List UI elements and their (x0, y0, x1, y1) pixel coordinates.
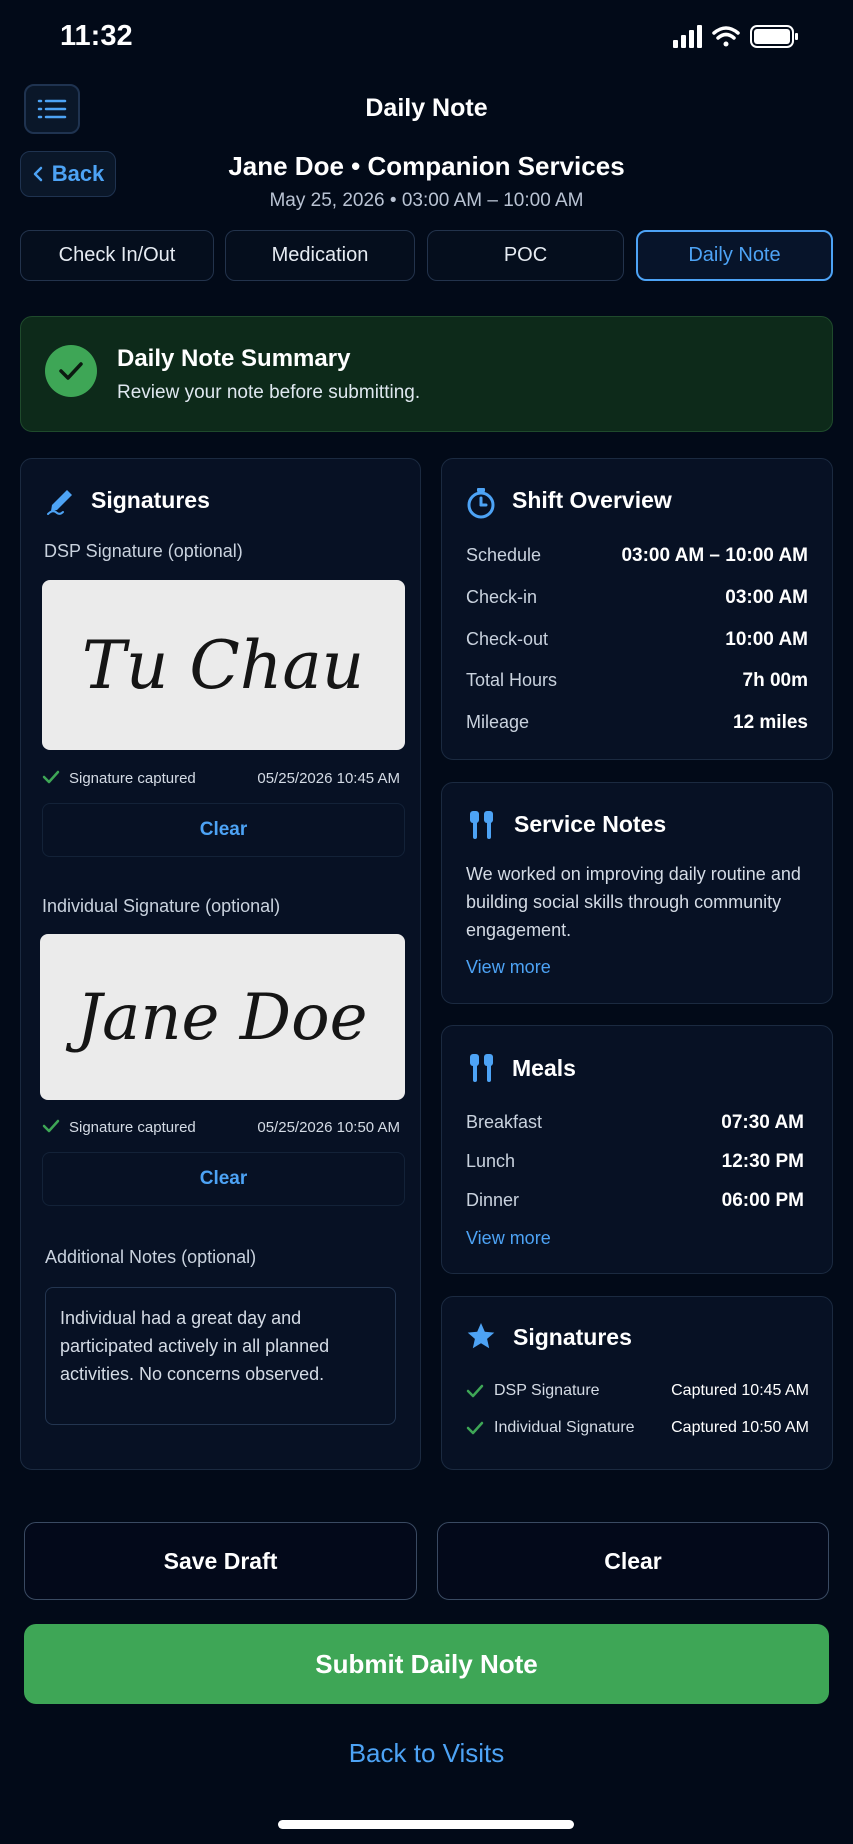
additional-notes-label: Additional Notes (optional) (45, 1247, 257, 1267)
check-icon (466, 1384, 484, 1398)
utensils-icon (470, 811, 493, 839)
save-draft-button[interactable]: Save Draft (24, 1522, 417, 1600)
shift-row-value: 10:00 AM (725, 629, 808, 650)
dsp-clear-button[interactable]: Clear (42, 803, 405, 857)
tab-check-in-out[interactable]: Check In/Out (20, 230, 214, 281)
client-title: Jane Doe • Companion Services (228, 151, 625, 181)
utensils-icon (470, 1054, 493, 1082)
tab-medication[interactable]: Medication (225, 230, 415, 281)
additional-notes-field[interactable]: Individual had a great day and participa… (45, 1287, 396, 1425)
meal-row-label: Dinner (466, 1190, 520, 1210)
clear-button[interactable]: Clear (437, 1522, 829, 1600)
star-icon (467, 1323, 495, 1349)
individual-signature-timestamp: 05/25/2026 10:50 AM (257, 1119, 400, 1136)
meals-view-more[interactable]: View more (466, 1228, 551, 1249)
service-notes-text: We worked on improving daily routine and… (466, 864, 801, 940)
home-indicator[interactable] (278, 1820, 574, 1829)
check-icon (466, 1421, 484, 1435)
meal-row-label: Lunch (466, 1151, 516, 1171)
individual-signature-text: Jane Doe (66, 981, 368, 1055)
individual-signature-image: Jane Doe (66, 981, 368, 1055)
check-circle-icon (45, 345, 97, 397)
shift-row-label: Check-out (466, 629, 549, 649)
individual-signature-status: Signature captured (69, 1119, 196, 1136)
dsp-signature-pad[interactable]: Tu Chau (42, 580, 405, 750)
shift-row-value: 7h 00m (742, 670, 808, 691)
shift-row-label: Total Hours (466, 670, 558, 690)
tab-poc[interactable]: POC (427, 230, 624, 281)
meal-row-value: 06:00 PM (721, 1190, 804, 1211)
signatures-card: Signatures DSP Signature (optional) Tu C… (20, 458, 421, 1470)
stopwatch-icon (467, 488, 495, 519)
shift-row-value: 03:00 AM (725, 587, 808, 608)
shift-row-label: Check-in (466, 587, 538, 607)
service-notes-title: Service Notes (514, 811, 667, 837)
meals-title: Meals (512, 1055, 576, 1081)
page-title: Daily Note (365, 94, 488, 122)
shift-overview-title: Shift Overview (512, 487, 672, 513)
meal-row-value: 12:30 PM (721, 1151, 804, 1172)
back-to-visits-link[interactable]: Back to Visits (0, 1738, 853, 1769)
shift-row-value: 03:00 AM – 10:00 AM (621, 545, 808, 566)
dsp-signature-image: Tu Chau (82, 627, 364, 704)
dsp-signature-timestamp: 05/25/2026 10:45 AM (257, 770, 400, 787)
pen-icon (47, 490, 72, 515)
check-icon (42, 1119, 60, 1133)
signatures-title: Signatures (91, 487, 210, 513)
service-notes-card: Service Notes We worked on improving dai… (441, 782, 833, 1004)
shift-row-label: Mileage (466, 712, 530, 732)
summary-banner: Daily Note Summary Review your note befo… (20, 316, 833, 432)
service-notes-view-more[interactable]: View more (466, 957, 551, 978)
summary-title: Daily Note Summary (117, 345, 351, 372)
tab-daily-note[interactable]: Daily Note (636, 230, 833, 281)
signature-summary-value: Captured 10:50 AM (671, 1419, 809, 1436)
submit-daily-note-button[interactable]: Submit Daily Note (24, 1624, 829, 1704)
meal-row-label: Breakfast (466, 1112, 543, 1132)
signature-summary-label: DSP Signature (494, 1382, 600, 1399)
battery-icon (750, 25, 798, 48)
status-icons (673, 24, 853, 50)
shift-row-label: Schedule (466, 545, 542, 565)
dsp-signature-status: Signature captured (69, 770, 196, 787)
meals-card: Meals Breakfast 07:30 AM Lunch 12:30 PM … (441, 1025, 833, 1274)
signature-summary-value: Captured 10:45 AM (671, 1382, 809, 1399)
signal-icon (673, 25, 702, 48)
wifi-icon (712, 26, 740, 47)
check-icon (42, 770, 60, 784)
shift-overview-card: Shift Overview Schedule 03:00 AM – 10:00… (441, 458, 833, 760)
dsp-signature-text: Tu Chau (82, 627, 364, 704)
individual-clear-button[interactable]: Clear (42, 1152, 405, 1206)
shift-row-value: 12 miles (733, 712, 808, 733)
dsp-signature-label: DSP Signature (optional) (44, 541, 243, 561)
signatures-summary-card: Signatures DSP Signature Captured 10:45 … (441, 1296, 833, 1470)
visit-time: May 25, 2026 • 03:00 AM – 10:00 AM (269, 190, 584, 211)
status-time: 11:32 (60, 20, 133, 52)
signatures-summary-title: Signatures (513, 1324, 632, 1350)
individual-signature-pad[interactable]: Jane Doe (40, 934, 405, 1100)
meal-row-value: 07:30 AM (721, 1112, 804, 1133)
summary-subtitle: Review your note before submitting. (117, 382, 421, 403)
individual-signature-label: Individual Signature (optional) (42, 896, 281, 916)
signature-summary-label: Individual Signature (494, 1419, 635, 1436)
